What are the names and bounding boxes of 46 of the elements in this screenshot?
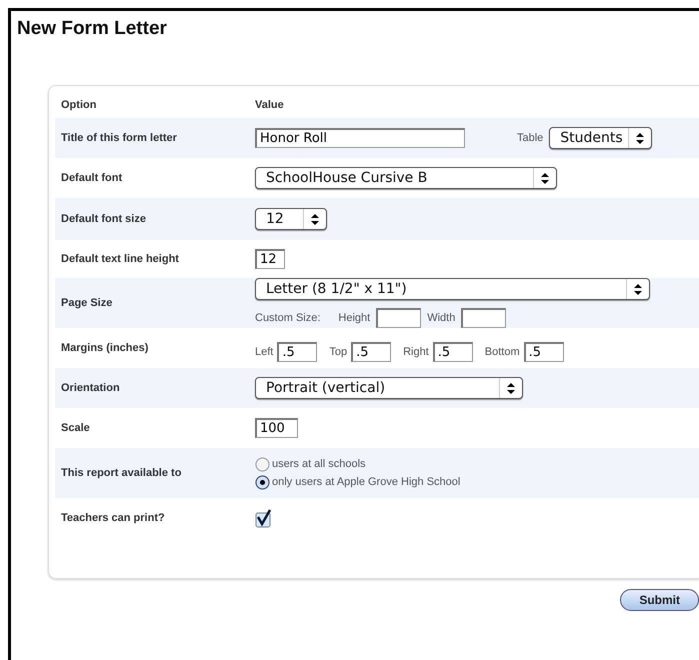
- option-label: Default font size: [60, 213, 147, 225]
- column-header: Option: [60, 99, 98, 111]
- text-field[interactable]: [461, 308, 506, 328]
- text-field[interactable]: 12: [255, 249, 285, 269]
- dropdown[interactable]: Letter (8 1/2" x 11"): [255, 278, 650, 300]
- field-label: Table: [517, 132, 544, 144]
- checkbox[interactable]: [255, 508, 272, 528]
- option-label: Default font: [60, 172, 124, 184]
- text-field[interactable]: .5: [351, 342, 392, 362]
- radio-label: only users at Apple Grove High School: [272, 476, 460, 488]
- option-label: Margins (inches): [60, 342, 150, 354]
- dropdown[interactable]: SchoolHouse Cursive B: [255, 167, 557, 189]
- option-label: This report available to: [60, 467, 182, 479]
- option-label: Title of this form letter: [60, 132, 178, 144]
- updown-arrows-icon: [634, 284, 642, 294]
- option-label: Default text line height: [60, 253, 180, 265]
- text-field[interactable]: .5: [432, 342, 473, 362]
- dropdown[interactable]: 12: [255, 208, 327, 230]
- text-field[interactable]: 100: [255, 418, 298, 438]
- option-label: Page Size: [60, 297, 114, 309]
- text-field[interactable]: .5: [277, 342, 318, 362]
- option-label: Orientation: [60, 382, 121, 394]
- radio-label: users at all schools: [272, 458, 366, 470]
- dropdown[interactable]: Portrait (vertical): [255, 377, 523, 399]
- radio-button[interactable]: [255, 456, 270, 472]
- field-label: Width: [427, 312, 456, 324]
- text-field[interactable]: .5: [524, 342, 564, 362]
- dropdown[interactable]: Students: [549, 127, 652, 149]
- updown-arrows-icon: [541, 172, 549, 184]
- field-label: Height: [338, 312, 370, 324]
- option-label: Teachers can print?: [60, 512, 166, 524]
- updown-arrows-icon: [636, 132, 644, 144]
- field-label: Right: [403, 346, 429, 358]
- page-title: New Form Letter: [17, 18, 168, 40]
- text-field[interactable]: Honor Roll: [255, 128, 465, 148]
- column-header: Value: [255, 99, 285, 111]
- field-label: Custom Size:: [255, 312, 320, 324]
- field-label: Top: [329, 346, 348, 358]
- field-label: Left: [255, 346, 274, 358]
- updown-arrows-icon: [311, 214, 319, 224]
- text-field[interactable]: [376, 308, 422, 328]
- option-label: Scale: [60, 422, 91, 434]
- radio-button[interactable]: [255, 474, 270, 490]
- submit-button[interactable]: Submit: [620, 589, 699, 611]
- updown-arrows-icon: [507, 382, 515, 394]
- field-label: Bottom: [484, 346, 520, 358]
